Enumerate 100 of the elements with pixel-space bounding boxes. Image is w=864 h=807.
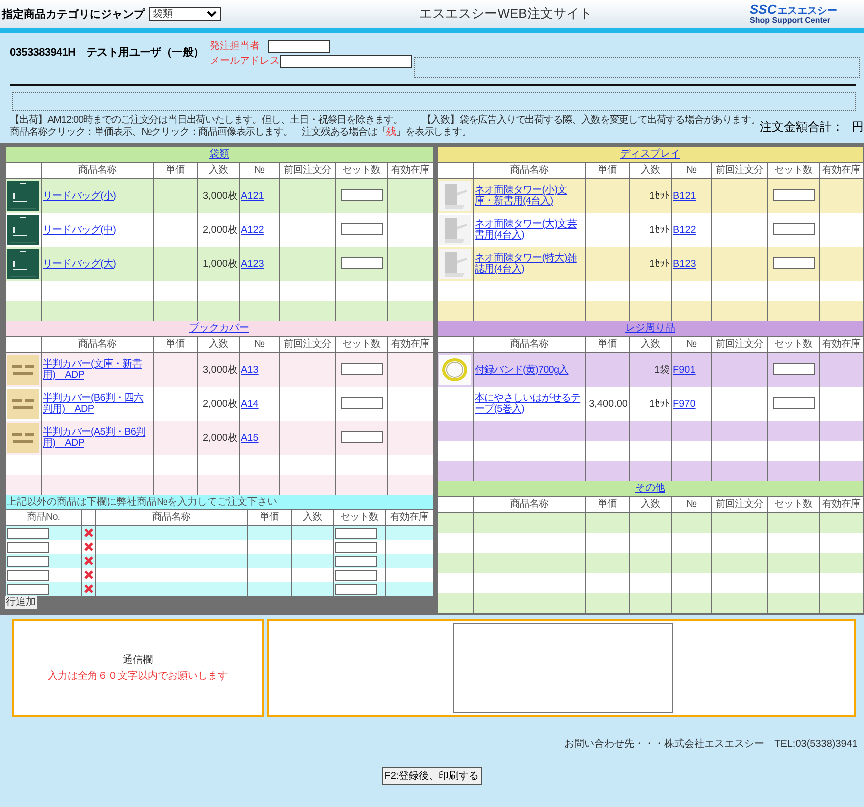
column-header: 入数 — [630, 496, 672, 512]
logo-tagline: Shop Support Center — [750, 17, 830, 25]
column-header: 商品名称 — [42, 336, 154, 352]
product-number-field[interactable] — [7, 528, 49, 538]
set-count-field[interactable] — [335, 528, 377, 538]
column-header: 有効在庫 — [388, 336, 434, 352]
set-count-field[interactable] — [772, 189, 814, 202]
quantity-text: 3,000枚 — [202, 190, 238, 202]
product-link[interactable]: 半判カバー(A5判・B6判用) ADP — [43, 427, 152, 449]
product-link[interactable]: リードバッグ(小) — [43, 190, 152, 202]
column-header: 入数 — [198, 336, 240, 352]
add-row-button[interactable]: 行追加 — [5, 596, 37, 609]
column-header: 前回注文分 — [280, 336, 336, 352]
quantity-text: 1ｾｯﾄ — [649, 190, 670, 202]
contact-text: お問い合わせ先・・・株式会社エスエスシー TEL:03(5338)3941 — [564, 738, 859, 751]
set-count-field[interactable] — [340, 363, 382, 376]
column-header: 入数 — [630, 162, 672, 178]
product-code-link[interactable]: A121 — [241, 190, 264, 202]
quantity-text: 1袋 — [654, 364, 670, 376]
product-code-link[interactable]: F970 — [673, 398, 696, 410]
product-link[interactable]: リードバッグ(大) — [43, 258, 152, 270]
category-link[interactable]: レジ周り品 — [626, 323, 676, 334]
column-header: 前回注文分 — [712, 496, 768, 512]
product-code-link[interactable]: B121 — [673, 190, 696, 202]
column-header: 入数 — [198, 162, 240, 178]
set-count-field[interactable] — [340, 257, 382, 270]
product-number-field[interactable] — [7, 542, 49, 552]
column-header: 商品名称 — [96, 510, 248, 526]
submit-button[interactable]: F2:登録後、印刷する — [382, 767, 482, 785]
delete-icon[interactable] — [84, 556, 94, 566]
input-field[interactable] — [280, 54, 412, 68]
set-count-field[interactable] — [772, 223, 814, 236]
field-label: メールアドレス — [210, 55, 280, 68]
set-count-field[interactable] — [340, 431, 382, 444]
product-code-link[interactable]: A15 — [241, 432, 259, 444]
quantity-text: 1ｾｯﾄ — [649, 258, 670, 270]
product-number-field[interactable] — [7, 584, 49, 594]
product-code-link[interactable]: F901 — [673, 364, 696, 376]
product-code-link[interactable]: B123 — [673, 258, 696, 270]
category-link[interactable]: ブックカバー — [190, 323, 250, 334]
set-count-field[interactable] — [335, 570, 377, 580]
set-count-field[interactable] — [340, 223, 382, 236]
product-link[interactable]: リードバッグ(中) — [43, 224, 152, 236]
set-count-field[interactable] — [335, 542, 377, 552]
column-header: 単価 — [248, 510, 292, 526]
column-header: 前回注文分 — [712, 336, 768, 352]
delete-icon[interactable] — [84, 570, 94, 580]
column-header: № — [240, 336, 280, 352]
logo-mark: SSC — [750, 3, 777, 16]
category-select[interactable]: 袋類 — [149, 7, 221, 21]
category-link[interactable]: 袋類 — [210, 149, 230, 160]
shipping-note: 【出荷】AM12:00時までのご注文分は当日出荷いたします。但し、土日・祝祭日を除きます。 【入数】袋を広告入りで出荷する際、入数を変更して出荷する場合があります。 — [10, 115, 760, 126]
message-label: 通信欄 — [123, 654, 153, 667]
message-field[interactable] — [453, 623, 673, 713]
product-code-link[interactable]: A13 — [241, 364, 259, 376]
column-header: 商品名称 — [474, 496, 586, 512]
product-link[interactable]: ネオ面陳タワー(小)文庫・新書用(4台入) — [475, 185, 584, 207]
column-header: 前回注文分 — [280, 162, 336, 178]
logo-name: エスエスシー — [778, 7, 838, 17]
column-header: セット数 — [336, 162, 388, 178]
set-count-field[interactable] — [772, 397, 814, 410]
set-count-field[interactable] — [772, 363, 814, 376]
product-link[interactable]: ネオ面陳タワー(大)文芸書用(4台入) — [475, 219, 584, 241]
column-header: 商品名称 — [474, 336, 586, 352]
product-code-link[interactable]: A14 — [241, 398, 259, 410]
column-header: 入数 — [630, 336, 672, 352]
column-header: 有効在庫 — [820, 496, 864, 512]
product-code-link[interactable]: A123 — [241, 258, 264, 270]
product-number-field[interactable] — [7, 570, 49, 580]
product-link[interactable]: ネオ面陳タワー(特大)雑誌用(4台入) — [475, 253, 584, 275]
delete-icon[interactable] — [84, 528, 94, 538]
category-link[interactable]: ディスプレイ — [620, 149, 680, 160]
product-number-field[interactable] — [7, 556, 49, 566]
column-header: 単価 — [154, 336, 198, 352]
column-header: 有効在庫 — [820, 336, 864, 352]
user-name: 0353383941H テスト用ユーザ（一般） — [10, 46, 206, 60]
column-header: 有効在庫 — [388, 162, 434, 178]
set-count-field[interactable] — [340, 189, 382, 202]
set-count-field[interactable] — [772, 257, 814, 270]
product-link[interactable]: 付録バンド(黄)700g入 — [475, 364, 584, 376]
delete-icon[interactable] — [84, 584, 94, 594]
quantity-text: 1ｾｯﾄ — [649, 398, 670, 410]
quantity-text: 1,000枚 — [202, 258, 238, 270]
column-header: セット数 — [768, 162, 820, 178]
message-hint: 入力は全角６０文字以内でお願いします — [48, 670, 228, 683]
set-count-field[interactable] — [335, 556, 377, 566]
product-code-link[interactable]: B122 — [673, 224, 696, 236]
product-link[interactable]: 半判カバー(B6判・四六判用) ADP — [43, 393, 152, 415]
product-code-link[interactable]: A122 — [241, 224, 264, 236]
total-label: 注文金額合計： — [760, 118, 844, 136]
product-link[interactable]: 本にやさしいはがせるテープ(5巻入) — [475, 393, 584, 415]
set-count-field[interactable] — [335, 584, 377, 594]
column-header: № — [672, 162, 712, 178]
column-header: 商品No. — [6, 510, 82, 526]
product-link[interactable]: 半判カバー(文庫・新書用) ADP — [43, 359, 152, 381]
set-count-field[interactable] — [340, 397, 382, 410]
category-link[interactable]: その他 — [636, 483, 666, 494]
input-field[interactable] — [268, 40, 330, 52]
quantity-text: 2,000枚 — [202, 398, 238, 410]
delete-icon[interactable] — [84, 542, 94, 552]
